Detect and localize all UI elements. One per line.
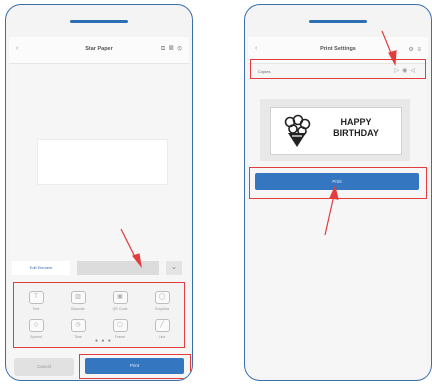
phone-frame-right: ‹ Print Settings ⚙ ≡ Copies ▷◉◁ HAPPY BI… xyxy=(244,4,432,381)
greeting-text: HAPPY BIRTHDAY xyxy=(333,117,379,138)
print-button[interactable]: Print xyxy=(85,358,184,374)
editor-nav-bar: ‹ Star Paper ⧉ ▦ ⚙ xyxy=(9,37,189,64)
print-settings-screen: ‹ Print Settings ⚙ ≡ Copies ▷◉◁ HAPPY BI… xyxy=(248,37,428,377)
tool-line[interactable]: ╱ Line xyxy=(145,319,179,339)
tool-qr-code[interactable]: ▣ QR Code xyxy=(103,291,137,311)
print-button[interactable]: Print xyxy=(255,173,419,190)
phone-speaker xyxy=(70,20,128,23)
label-preview: HAPPY BIRTHDAY xyxy=(260,99,410,161)
copies-setting-row: Copies ▷◉◁ xyxy=(248,63,428,77)
editor-screen: ‹ Star Paper ⧉ ▦ ⚙ Edit Element ⌄ T Text… xyxy=(9,37,191,379)
print-button-highlight: Print xyxy=(79,354,191,379)
nav-icons: ⧉ ▦ ⚙ xyxy=(161,46,183,53)
tool-barcode[interactable]: ▥ Barcode xyxy=(61,291,95,311)
cancel-button[interactable]: Cancel xyxy=(14,358,74,376)
label-canvas[interactable] xyxy=(37,139,168,185)
copies-stepper: ▷◉◁ xyxy=(395,67,419,74)
symbol-icon: ◇ xyxy=(28,319,44,332)
page-title: Print Settings xyxy=(320,46,356,52)
barcode-icon: ▥ xyxy=(70,291,86,304)
print-button-highlight: Print xyxy=(249,167,427,199)
frame-icon: ▢ xyxy=(112,319,128,332)
chevron-down-icon[interactable]: ⌄ xyxy=(166,261,182,275)
tool-symbol[interactable]: ◇ Symbol xyxy=(19,319,53,339)
minus-icon[interactable]: ▷ xyxy=(395,68,403,74)
label-preview-card: HAPPY BIRTHDAY xyxy=(270,107,402,155)
editor-tabs: Edit Element ⌄ xyxy=(9,261,189,275)
phone-frame-left: ‹ Star Paper ⧉ ▦ ⚙ Edit Element ⌄ T Text… xyxy=(5,4,193,381)
tool-time[interactable]: ◷ Time xyxy=(61,319,95,339)
line-icon: ╱ xyxy=(154,319,170,332)
share-icon[interactable]: ⧉ xyxy=(161,46,166,52)
gear-icon[interactable]: ⚙ xyxy=(177,46,183,52)
qr-icon: ▣ xyxy=(112,291,128,304)
bouquet-icon xyxy=(284,114,311,147)
tool-text[interactable]: T Text xyxy=(19,291,53,311)
plus-icon[interactable]: ◁ xyxy=(410,68,418,74)
menu-icon[interactable]: ≡ xyxy=(417,47,422,53)
shape-icon: ◯ xyxy=(154,291,170,304)
phone-speaker xyxy=(309,20,367,23)
tab-secondary[interactable] xyxy=(77,261,159,275)
tab-edit-element[interactable]: Edit Element xyxy=(12,261,70,275)
setting-label: Copies xyxy=(258,69,271,74)
tool-graphics[interactable]: ◯ Graphics xyxy=(145,291,179,311)
bottom-action-bar: Cancel Print xyxy=(9,354,191,379)
text-icon: T xyxy=(28,291,44,304)
gear-icon[interactable]: ⚙ xyxy=(408,47,414,53)
clock-icon: ◷ xyxy=(70,319,86,332)
nav-icons: ⚙ ≡ xyxy=(408,46,422,53)
tool-frame[interactable]: ▢ Frame xyxy=(103,319,137,339)
pager-dots: ● ● ● xyxy=(95,338,112,344)
grid-icon[interactable]: ▦ xyxy=(169,46,175,52)
